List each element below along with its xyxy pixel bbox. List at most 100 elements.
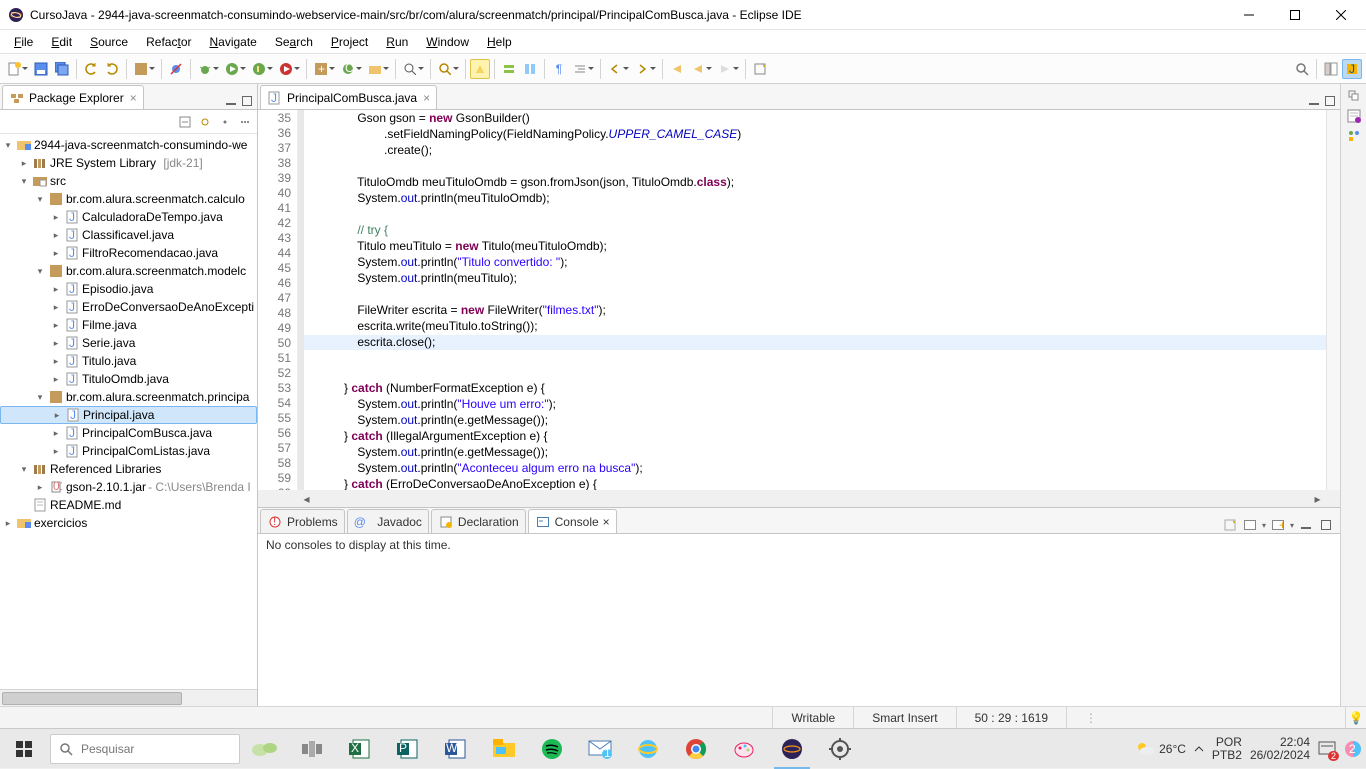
close-icon[interactable]: × <box>423 91 430 105</box>
taskbar-search[interactable]: Pesquisar <box>50 734 240 764</box>
tree-item[interactable]: Referenced Libraries <box>50 462 161 476</box>
language-indicator[interactable]: PORPTB2 <box>1212 736 1242 762</box>
task-view-icon[interactable] <box>288 729 336 769</box>
close-icon[interactable]: × <box>130 91 137 105</box>
tree-item[interactable]: 2944-java-screenmatch-consumindo-we <box>34 138 247 152</box>
java-perspective-icon[interactable]: J <box>1342 59 1362 79</box>
open-perspective-icon[interactable] <box>1321 59 1341 79</box>
start-button[interactable] <box>0 729 48 769</box>
restore-view-icon[interactable] <box>1346 88 1362 104</box>
tree-item[interactable]: ▸JFiltroRecomendacao.java <box>0 244 257 262</box>
menu-search[interactable]: Search <box>267 33 321 51</box>
menu-help[interactable]: Help <box>479 33 520 51</box>
access-search-icon[interactable] <box>1292 59 1312 79</box>
search-button[interactable] <box>435 59 455 79</box>
taskbar-pistachio-icon[interactable] <box>240 729 288 769</box>
maximize-view-icon[interactable] <box>1322 93 1338 109</box>
tree-item[interactable]: ▸JErroDeConversaoDeAnoExcepti <box>0 298 257 316</box>
toggle-highlight-icon[interactable] <box>470 59 490 79</box>
app-paint-icon[interactable] <box>720 729 768 769</box>
new-folder-button[interactable] <box>365 59 385 79</box>
view-menu-icon[interactable] <box>237 114 253 130</box>
tree-item[interactable]: gson-2.10.1.jar <box>66 480 146 494</box>
clock[interactable]: 22:0426/02/2024 <box>1250 736 1310 762</box>
forward-button[interactable] <box>715 59 735 79</box>
tray-chevron-icon[interactable] <box>1194 744 1204 754</box>
skip-breakpoints-icon[interactable] <box>166 59 186 79</box>
open-type-button[interactable] <box>400 59 420 79</box>
tool1-icon[interactable] <box>499 59 519 79</box>
annotation-next-icon[interactable] <box>632 59 652 79</box>
mail-icon[interactable]: 1 <box>576 729 624 769</box>
tree-item[interactable]: ▸JClassificavel.java <box>0 226 257 244</box>
tab-declaration[interactable]: Declaration <box>431 509 526 533</box>
tool2-icon[interactable] <box>520 59 540 79</box>
tree-item[interactable]: ▸JPrincipalComBusca.java <box>0 424 257 442</box>
menu-edit[interactable]: Edit <box>43 33 80 51</box>
minimize-view-icon[interactable] <box>1306 93 1322 109</box>
tab-problems[interactable]: !Problems <box>260 509 345 533</box>
maximize-view-icon[interactable] <box>1318 517 1334 533</box>
notifications-icon[interactable]: 2 <box>1318 740 1336 758</box>
line-number-gutter[interactable]: 3536373839404142434445464748495051525354… <box>258 110 298 490</box>
new-button[interactable] <box>4 59 24 79</box>
minimize-view-icon[interactable] <box>223 93 239 109</box>
maximize-view-icon[interactable] <box>239 93 255 109</box>
chrome-icon[interactable] <box>672 729 720 769</box>
undo-icon[interactable] <box>81 59 101 79</box>
file-explorer-icon[interactable] <box>480 729 528 769</box>
minimize-button[interactable] <box>1226 0 1272 30</box>
task-list-icon[interactable] <box>1346 108 1362 124</box>
indent-icon[interactable] <box>570 59 590 79</box>
tree-item[interactable]: ▸JTitulo.java <box>0 352 257 370</box>
ie-icon[interactable] <box>624 729 672 769</box>
tree-item[interactable]: ▸JFilme.java <box>0 316 257 334</box>
weather-widget[interactable]: 26°C <box>1135 739 1186 759</box>
tree-item[interactable]: ▸JSerie.java <box>0 334 257 352</box>
tip-icon[interactable]: 💡 <box>1346 711 1366 725</box>
tree-item[interactable]: ▸JPrincipalComListas.java <box>0 442 257 460</box>
word-icon[interactable]: W <box>432 729 480 769</box>
pin-editor-icon[interactable] <box>750 59 770 79</box>
focus-icon[interactable] <box>217 114 233 130</box>
tree-item[interactable]: ▸JTituloOmdb.java <box>0 370 257 388</box>
package-explorer-tab[interactable]: Package Explorer × <box>2 85 144 109</box>
menu-file[interactable]: File <box>6 33 41 51</box>
menu-refactor[interactable]: Refactor <box>138 33 199 51</box>
eclipse-taskbar-icon[interactable] <box>768 729 816 769</box>
menu-run[interactable]: Run <box>378 33 416 51</box>
collapse-all-icon[interactable] <box>177 114 193 130</box>
project-tree[interactable]: ▾2944-java-screenmatch-consumindo-we ▸JR… <box>0 134 257 689</box>
outline-icon[interactable] <box>1346 128 1362 144</box>
pilcrow-icon[interactable]: ¶ <box>549 59 569 79</box>
maximize-button[interactable] <box>1272 0 1318 30</box>
run-last-button[interactable] <box>276 59 296 79</box>
tree-item[interactable]: JRE System Library <box>50 156 156 170</box>
open-console-icon[interactable]: + <box>1270 517 1286 533</box>
debug-button[interactable] <box>195 59 215 79</box>
link-editor-icon[interactable] <box>197 114 213 130</box>
menu-window[interactable]: Window <box>418 33 477 51</box>
tray-app-icon[interactable]: 2 <box>1344 740 1362 758</box>
redo-icon[interactable] <box>102 59 122 79</box>
close-icon[interactable]: × <box>603 515 610 529</box>
save-all-button[interactable] <box>52 59 72 79</box>
overview-ruler[interactable] <box>1326 110 1340 490</box>
save-button[interactable] <box>31 59 51 79</box>
code-editor[interactable]: Gson gson = new GsonBuilder() .setFieldN… <box>304 110 1326 490</box>
new-class-button[interactable]: C <box>338 59 358 79</box>
settings-icon[interactable] <box>816 729 864 769</box>
close-button[interactable] <box>1318 0 1364 30</box>
tree-item[interactable]: exercicios <box>34 516 87 530</box>
minimize-view-icon[interactable] <box>1298 517 1314 533</box>
coverage-button[interactable] <box>249 59 269 79</box>
run-button[interactable] <box>222 59 242 79</box>
editor-horizontal-scrollbar[interactable]: ◂▸ <box>258 490 1340 507</box>
annotation-prev-icon[interactable] <box>605 59 625 79</box>
tab-console[interactable]: Console× <box>528 509 617 533</box>
tree-item[interactable]: src <box>50 174 66 188</box>
tree-item[interactable]: README.md <box>50 498 121 512</box>
tree-item[interactable]: ▸JCalculadoraDeTempo.java <box>0 208 257 226</box>
tab-javadoc[interactable]: @ Javadoc <box>347 509 429 533</box>
editor-tab[interactable]: J PrincipalComBusca.java × <box>260 85 437 109</box>
